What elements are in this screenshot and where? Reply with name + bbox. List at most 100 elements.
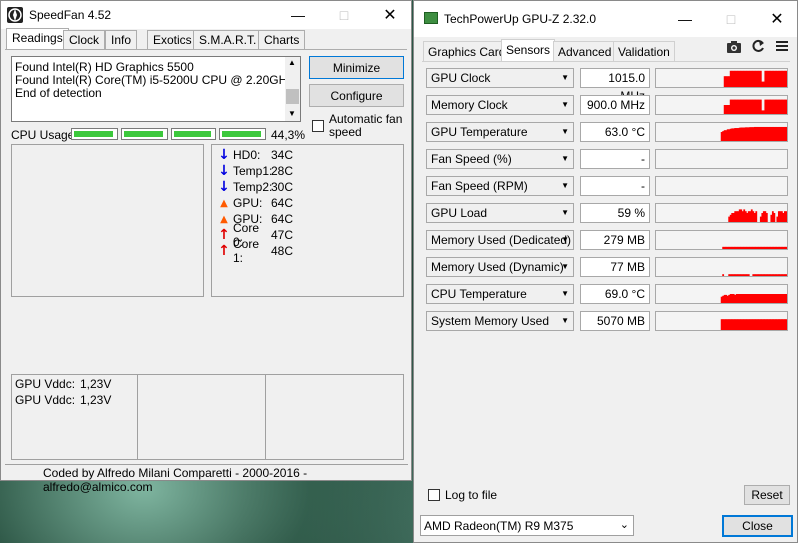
auto-fan-checkbox[interactable] [312, 120, 324, 132]
tab-smart[interactable]: S.M.A.R.T. [193, 30, 263, 49]
sensor-graph [655, 230, 788, 250]
temperature-reading: ↑ Core 1: 48C [217, 237, 293, 265]
maximize-window-icon: □ [339, 7, 349, 23]
minimize-window-icon[interactable]: — [662, 1, 708, 37]
sensor-graph [655, 203, 788, 223]
log-to-file-label: Log to file [445, 488, 498, 502]
gpuz-title: TechPowerUp GPU-Z 2.32.0 [444, 12, 597, 26]
sensor-value: 63.0 °C [580, 122, 650, 142]
scroll-down-icon[interactable]: ▼ [288, 109, 296, 118]
flame-icon: ▲ [220, 197, 228, 209]
tab-graphics-card[interactable]: Graphics Card [423, 41, 511, 61]
sensor-label-dropdown[interactable]: Fan Speed (RPM) ▼ [426, 176, 574, 196]
temperature-value: 64C [271, 196, 294, 210]
arrow-up-icon: ↑ [218, 227, 230, 243]
arrow-down-icon: ↓ [218, 179, 230, 195]
cpu-core-bar [121, 128, 168, 140]
sensor-value: 69.0 °C [580, 284, 650, 304]
sensor-graph [655, 284, 788, 304]
graph-bar [773, 213, 776, 222]
minimize-window-icon[interactable]: — [275, 1, 321, 29]
sensor-label-dropdown[interactable]: GPU Load ▼ [426, 203, 574, 223]
reset-button[interactable]: Reset [744, 485, 790, 505]
sensor-label-dropdown[interactable]: Memory Used (Dedicated) ▼ [426, 230, 574, 250]
sensor-graph [655, 68, 788, 88]
configure-button[interactable]: Configure [309, 84, 404, 107]
graph-bar [722, 274, 725, 276]
sensor-value: - [580, 149, 650, 169]
sensor-value: - [580, 176, 650, 196]
sensor-label-dropdown[interactable]: Memory Clock ▼ [426, 95, 574, 115]
voltage-divider [265, 375, 266, 459]
sensor-value: 279 MB [580, 230, 650, 250]
camera-icon[interactable] [726, 40, 742, 57]
tab-validation[interactable]: Validation [613, 41, 675, 61]
sensor-label-dropdown[interactable]: System Memory Used ▼ [426, 311, 574, 331]
sensor-label-dropdown[interactable]: GPU Temperature ▼ [426, 122, 574, 142]
temperature-name: GPU: [233, 196, 263, 210]
sensor-sparkline [722, 274, 787, 276]
sensor-label-dropdown[interactable]: GPU Clock ▼ [426, 68, 574, 88]
device-select-value: AMD Radeon(TM) R9 M375 [424, 519, 574, 533]
log-scrollbar[interactable]: ▲ ▼ [285, 57, 300, 121]
close-window-icon[interactable]: ✕ [754, 1, 798, 37]
sensor-sparkline [720, 126, 787, 141]
tab-info[interactable]: Info [105, 30, 138, 49]
sensor-sparkline [720, 319, 787, 330]
sensor-label-dropdown[interactable]: CPU Temperature ▼ [426, 284, 574, 304]
caret-down-icon: ▼ [561, 289, 569, 298]
sensor-value: 1015.0 MHz [580, 68, 650, 103]
refresh-icon[interactable] [751, 39, 765, 56]
sensor-graph [655, 149, 788, 169]
minimize-button[interactable]: Minimize [309, 56, 404, 79]
speedfan-titlebar[interactable]: SpeedFan 4.52 — □ ✕ [1, 1, 411, 29]
sensor-label: GPU Temperature [431, 125, 528, 139]
gpuz-titlebar[interactable]: TechPowerUp GPU-Z 2.32.0 — □ ✕ [414, 1, 797, 37]
sensor-label-dropdown[interactable]: Memory Used (Dynamic) ▼ [426, 257, 574, 277]
speedfan-app-icon [7, 7, 23, 23]
device-select[interactable]: AMD Radeon(TM) R9 M375 ⌄ [420, 515, 634, 536]
log-line: Found Intel(R) Core(TM) i5-5200U CPU @ 2… [15, 73, 294, 87]
sensor-label: GPU Clock [431, 71, 491, 85]
sensor-value: 5070 MB [580, 311, 650, 331]
graph-bar [785, 274, 787, 276]
temperature-reading: ↓ Temp2: 30C [217, 179, 293, 195]
sensor-sparkline [722, 246, 787, 249]
detection-log[interactable]: Found Intel(R) HD Graphics 5500 Found In… [11, 56, 301, 122]
tab-readings[interactable]: Readings [6, 28, 69, 50]
graph-bar [785, 246, 787, 249]
menu-icon[interactable] [775, 39, 789, 56]
tab-advanced[interactable]: Advanced [553, 41, 617, 61]
tab-sensors[interactable]: Sensors [501, 39, 556, 62]
graph-bar [785, 99, 787, 114]
speedfan-window: SpeedFan 4.52 — □ ✕ Readings Clock Info … [0, 0, 412, 494]
auto-fan-label: Automatic fan speed [329, 112, 403, 139]
maximize-window-icon: □ [726, 11, 736, 27]
cpu-usage-value: 44,3% [271, 128, 306, 142]
sensor-label: GPU Load [431, 206, 488, 220]
scroll-thumb[interactable] [286, 89, 299, 104]
cpu-core-bar [71, 128, 118, 140]
arrow-down-icon: ↓ [218, 147, 230, 163]
sensor-value: 77 MB [580, 257, 650, 277]
sensor-label-dropdown[interactable]: Fan Speed (%) ▼ [426, 149, 574, 169]
scroll-up-icon[interactable]: ▲ [288, 58, 296, 67]
temperature-name: HD0: [233, 148, 261, 162]
tab-exotics[interactable]: Exotics [147, 30, 198, 49]
sensor-sparkline [723, 99, 787, 114]
caret-down-icon: ▼ [561, 208, 569, 217]
close-button[interactable]: Close [722, 515, 793, 537]
tab-clock[interactable]: Clock [63, 30, 106, 49]
log-to-file-checkbox[interactable] [428, 489, 440, 501]
tab-charts[interactable]: Charts [258, 30, 306, 49]
close-window-icon[interactable]: ✕ [367, 1, 413, 29]
tab-content-border [422, 61, 790, 62]
gpuz-app-icon [424, 12, 438, 24]
sensor-graph [655, 257, 788, 277]
temperature-reading: ↓ HD0: 34C [217, 147, 293, 163]
voltage-value: 1,23V [80, 377, 112, 391]
tab-content-border [5, 49, 407, 50]
temperature-name: Temp1: [233, 164, 273, 178]
graph-bar [785, 294, 787, 303]
sensor-label: Memory Used (Dynamic) [431, 260, 564, 274]
